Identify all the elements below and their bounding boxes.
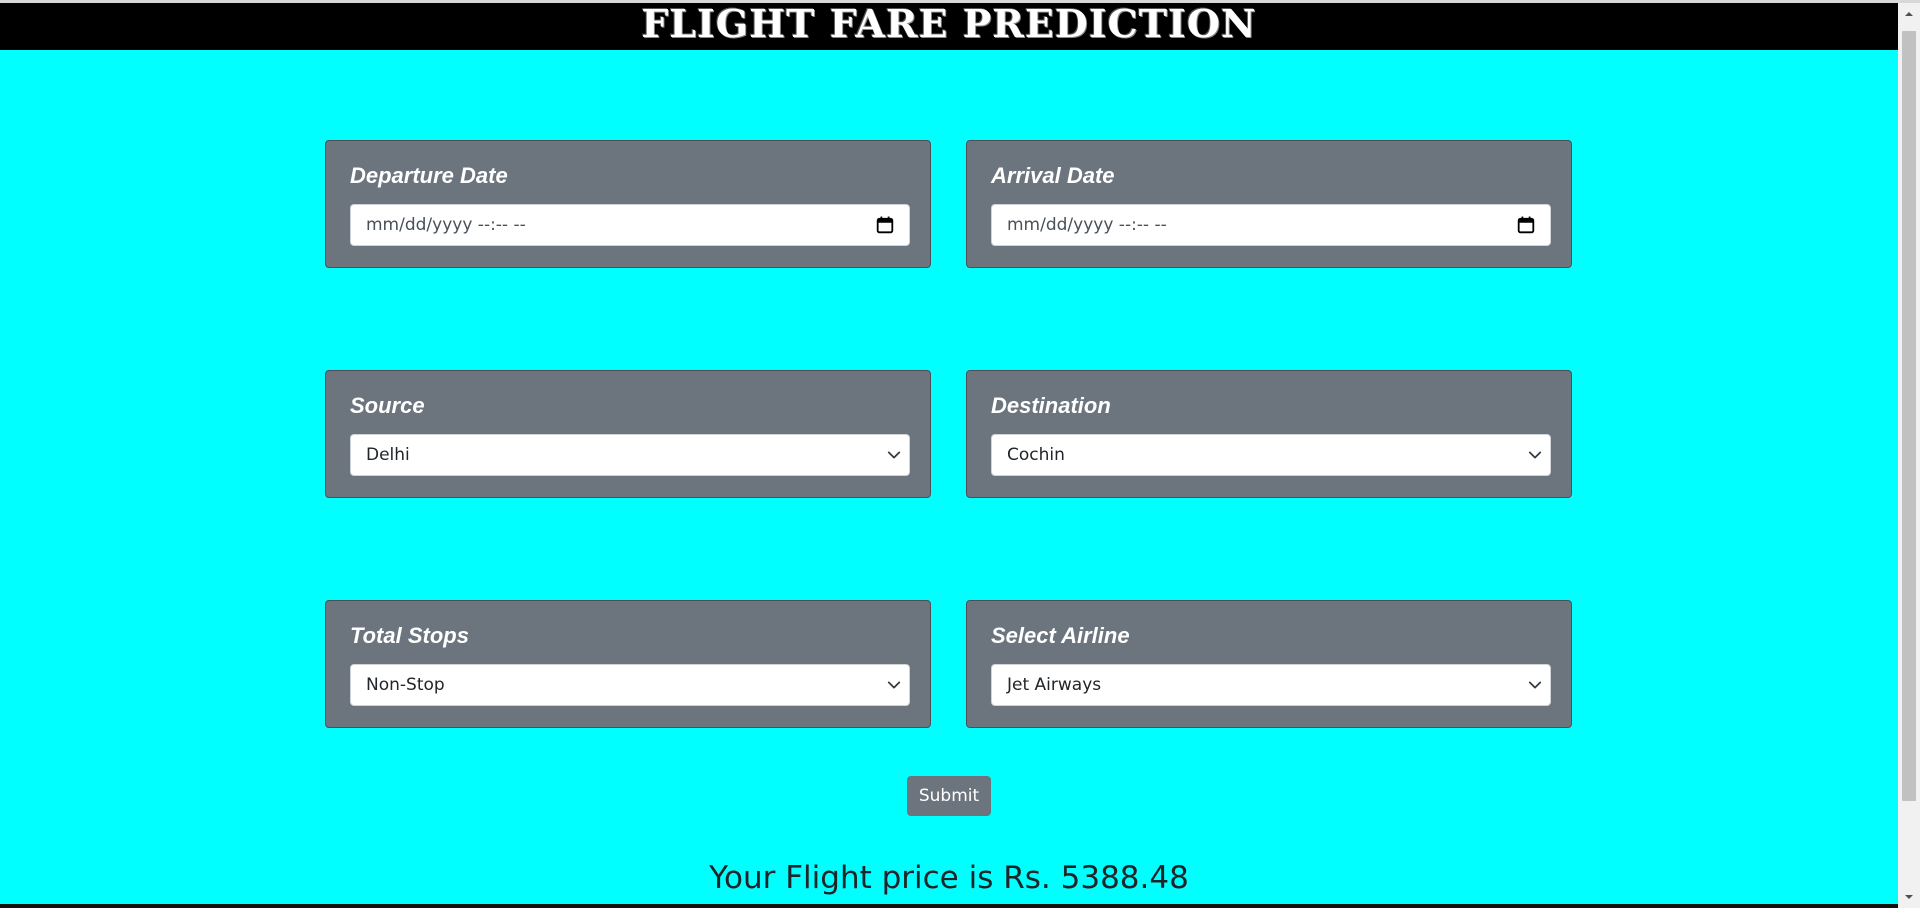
chevron-down-icon: [1528, 451, 1542, 459]
destination-selected-value: Cochin: [1007, 445, 1065, 465]
prediction-result: Your Flight price is Rs. 5388.48: [709, 860, 1189, 896]
page-title: FLIGHT FARE PREDICTION: [641, 1, 1257, 46]
arrival-card: Arrival Date mm/dd/yyyy --:-- --: [966, 140, 1572, 268]
window-bottom-border: [0, 904, 1898, 908]
airline-card: Select Airline Jet Airways: [966, 600, 1572, 728]
destination-label: Destination: [991, 393, 1111, 418]
departure-placeholder: mm/dd/yyyy --:-- --: [366, 215, 526, 235]
source-selected-value: Delhi: [366, 445, 410, 465]
scrollbar-thumb[interactable]: [1902, 31, 1916, 801]
arrow-down-icon[interactable]: [1904, 892, 1914, 902]
departure-label: Departure Date: [350, 163, 508, 188]
chevron-down-icon: [887, 681, 901, 689]
destination-select[interactable]: Cochin: [991, 434, 1551, 476]
arrow-up-icon[interactable]: [1904, 9, 1914, 19]
submit-button[interactable]: Submit: [907, 776, 991, 816]
calendar-icon[interactable]: [876, 216, 894, 234]
source-select[interactable]: Delhi: [350, 434, 910, 476]
airline-selected-value: Jet Airways: [1007, 675, 1102, 695]
arrival-placeholder: mm/dd/yyyy --:-- --: [1007, 215, 1167, 235]
departure-date-input[interactable]: mm/dd/yyyy --:-- --: [350, 204, 910, 246]
airline-select[interactable]: Jet Airways: [991, 664, 1551, 706]
page-header: FLIGHT FARE PREDICTION: [0, 3, 1898, 50]
chevron-down-icon: [1528, 681, 1542, 689]
vertical-scrollbar[interactable]: [1898, 3, 1920, 908]
destination-card: Destination Cochin: [966, 370, 1572, 498]
airline-label: Select Airline: [991, 623, 1130, 648]
source-card: Source Delhi: [325, 370, 931, 498]
total-stops-select[interactable]: Non-Stop: [350, 664, 910, 706]
calendar-icon[interactable]: [1517, 216, 1535, 234]
stops-card: Total Stops Non-Stop: [325, 600, 931, 728]
chevron-down-icon: [887, 451, 901, 459]
stops-label: Total Stops: [350, 623, 469, 648]
stops-selected-value: Non-Stop: [366, 675, 445, 695]
arrival-label: Arrival Date: [991, 163, 1115, 188]
arrival-date-input[interactable]: mm/dd/yyyy --:-- --: [991, 204, 1551, 246]
source-label: Source: [350, 393, 425, 418]
departure-card: Departure Date mm/dd/yyyy --:-- --: [325, 140, 931, 268]
